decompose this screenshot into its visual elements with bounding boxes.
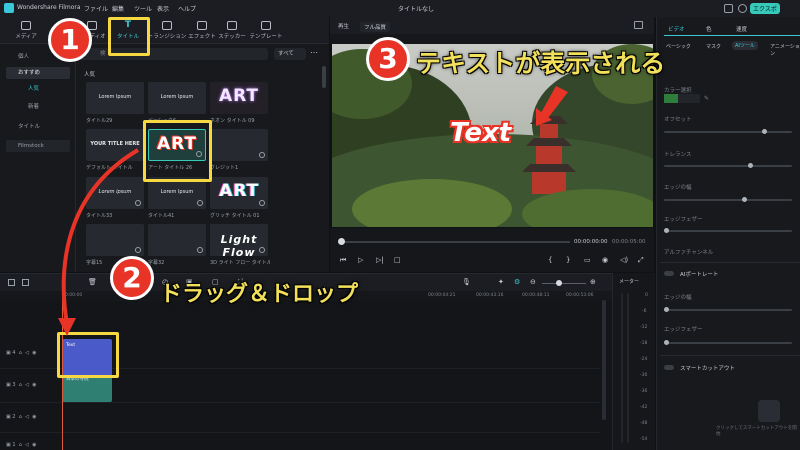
pointer-arrow	[541, 86, 568, 118]
drag-arrow	[61, 148, 140, 331]
step-3-caption: テキストが表示される	[416, 49, 666, 78]
step-2-badge: 2	[110, 256, 154, 300]
step-2-caption: ドラッグ＆ドロップ	[160, 282, 359, 307]
step-1-badge: 1	[48, 18, 92, 62]
drag-arrowhead	[58, 318, 76, 336]
step-3-badge: 3	[366, 37, 410, 81]
